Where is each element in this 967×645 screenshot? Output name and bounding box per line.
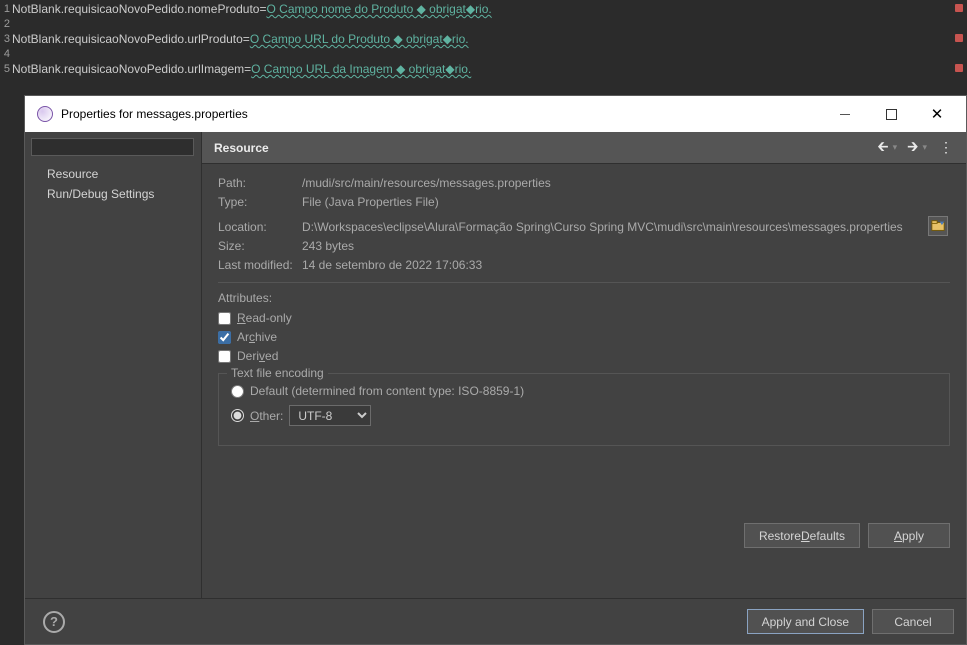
minimize-button[interactable]	[822, 96, 868, 132]
restore-defaults-button[interactable]: Restore Defaults	[744, 523, 860, 548]
path-value: /mudi/src/main/resources/messages.proper…	[302, 176, 551, 190]
line-number: 5	[0, 62, 12, 77]
tree-item-label: Resource	[47, 167, 98, 181]
code-editor: 1 NotBlank.requisicaoNovoPedido.nomeProd…	[0, 0, 967, 95]
back-arrow-icon[interactable]: 🡰	[873, 136, 892, 160]
properties-tree-panel: Resource Run/Debug Settings	[25, 132, 202, 598]
dialog-footer: ? Apply and Close Cancel	[25, 598, 966, 644]
line-number: 2	[0, 17, 12, 32]
error-marker-icon	[955, 34, 963, 42]
encoding-legend: Text file encoding	[227, 366, 328, 380]
apply-and-close-button[interactable]: Apply and Close	[747, 609, 864, 634]
show-in-explorer-button[interactable]	[928, 216, 948, 236]
line-number: 1	[0, 2, 12, 17]
divider	[218, 282, 950, 283]
encoding-default-label[interactable]: Default (determined from content type: I…	[250, 384, 524, 398]
back-chevron-icon[interactable]: ▾	[893, 142, 904, 153]
size-label: Size:	[218, 239, 302, 253]
lastmod-label: Last modified:	[218, 258, 302, 272]
tree-item-resource[interactable]: Resource	[25, 164, 201, 184]
explorer-icon	[931, 219, 945, 233]
tree-item-label: Run/Debug Settings	[47, 187, 154, 201]
attributes-heading: Attributes:	[218, 291, 950, 305]
error-marker-icon	[955, 4, 963, 12]
location-label: Location:	[218, 220, 302, 234]
apply-button[interactable]: Apply	[868, 523, 950, 548]
eclipse-icon	[37, 106, 53, 122]
line-number: 4	[0, 47, 12, 62]
encoding-select[interactable]: UTF-8	[289, 405, 371, 426]
properties-tree: Resource Run/Debug Settings	[25, 162, 201, 206]
forward-chevron-icon[interactable]: ▾	[922, 142, 933, 153]
tree-item-run-debug[interactable]: Run/Debug Settings	[25, 184, 201, 204]
derived-checkbox[interactable]	[218, 350, 231, 363]
filter-input[interactable]	[31, 138, 194, 156]
close-button[interactable]: ✕	[914, 96, 960, 132]
line-number: 3	[0, 32, 12, 47]
menu-dots-icon[interactable]: ⋮	[933, 139, 954, 156]
archive-checkbox[interactable]	[218, 331, 231, 344]
type-label: Type:	[218, 195, 302, 209]
cancel-button[interactable]: Cancel	[872, 609, 954, 634]
location-value: D:\Workspaces\eclipse\Alura\Formação Spr…	[302, 220, 903, 234]
type-value: File (Java Properties File)	[302, 195, 439, 209]
section-header: Resource 🡰 ▾ 🡲 ▾ ⋮	[202, 132, 966, 164]
archive-label[interactable]: Archive	[237, 330, 277, 344]
maximize-button[interactable]	[868, 96, 914, 132]
encoding-fieldset: Text file encoding Default (determined f…	[218, 373, 950, 446]
readonly-label[interactable]: Read-only	[237, 311, 292, 325]
size-value: 243 bytes	[302, 239, 354, 253]
readonly-checkbox[interactable]	[218, 312, 231, 325]
help-icon[interactable]: ?	[43, 611, 65, 633]
properties-dialog: Properties for messages.properties ✕ Res…	[24, 95, 967, 645]
path-label: Path:	[218, 176, 302, 190]
derived-label[interactable]: Derived	[237, 349, 278, 363]
encoding-default-radio[interactable]	[231, 385, 244, 398]
encoding-other-label[interactable]: Other:	[250, 409, 283, 423]
forward-arrow-icon[interactable]: 🡲	[903, 136, 922, 160]
dialog-title: Properties for messages.properties	[61, 107, 822, 121]
section-title: Resource	[214, 141, 873, 155]
properties-content-panel: Resource 🡰 ▾ 🡲 ▾ ⋮ Path: /mudi/src/main/…	[202, 132, 966, 598]
encoding-other-radio[interactable]	[231, 409, 244, 422]
lastmod-value: 14 de setembro de 2022 17:06:33	[302, 258, 482, 272]
error-marker-icon	[955, 64, 963, 72]
titlebar: Properties for messages.properties ✕	[25, 96, 966, 132]
